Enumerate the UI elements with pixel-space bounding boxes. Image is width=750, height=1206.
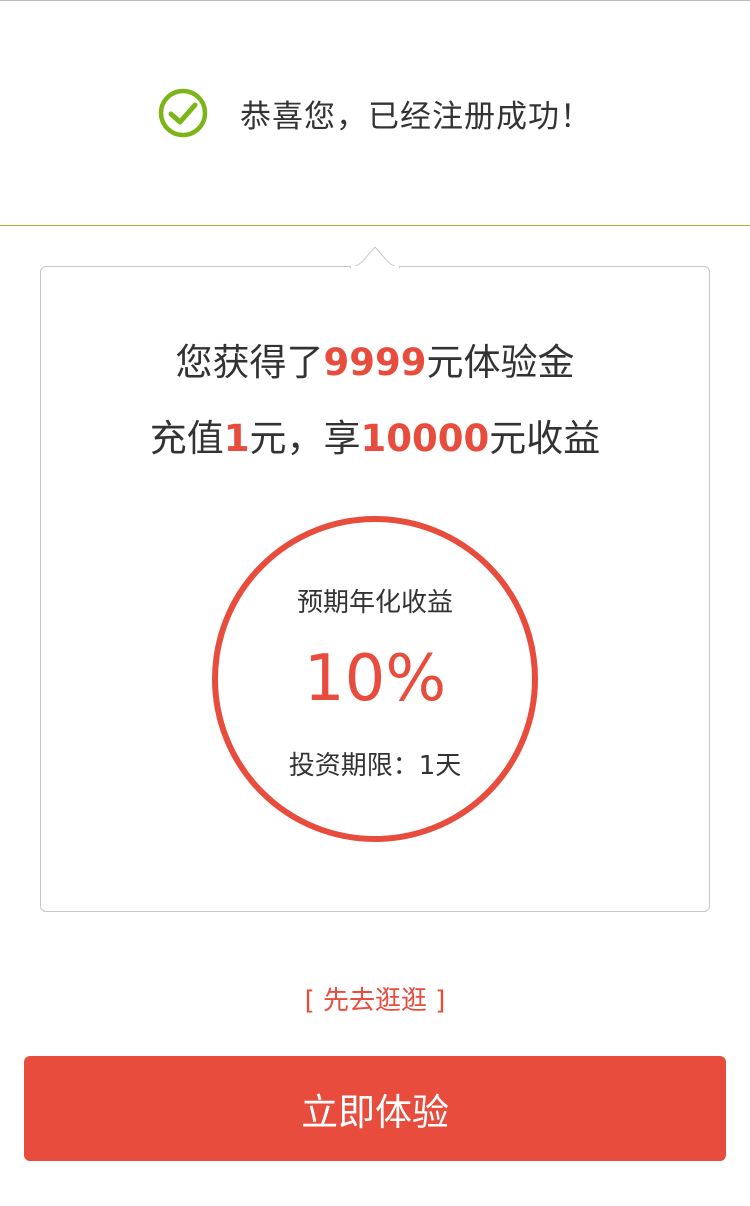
recharge-prefix: 充值 <box>149 417 224 460</box>
yield-rate: 10% <box>303 642 447 716</box>
try-now-button[interactable]: 立即体验 <box>24 1056 726 1161</box>
recharge-amount: 1 <box>223 417 250 460</box>
bonus-prefix: 您获得了 <box>175 341 324 384</box>
top-border <box>0 0 750 1</box>
success-banner: 恭喜您，已经注册成功！ <box>0 80 750 146</box>
yield-label: 预期年化收益 <box>296 588 453 618</box>
bonus-suffix: 元体验金 <box>426 341 575 384</box>
investment-term: 投资期限：1天 <box>288 751 462 781</box>
bonus-line: 您获得了9999元体验金 <box>40 332 710 386</box>
recharge-suffix: 元收益 <box>489 417 601 460</box>
recharge-middle: 元，享 <box>249 417 361 460</box>
recharge-line: 充值1元，享10000元收益 <box>40 408 710 462</box>
bonus-amount: 9999 <box>323 341 427 384</box>
section-divider <box>0 225 750 226</box>
recharge-return: 10000 <box>360 417 490 460</box>
registration-success-page: 恭喜您，已经注册成功！ 您获得了9999元体验金 充值1元，享10000元收益 … <box>0 0 750 1206</box>
check-circle-icon <box>158 88 208 138</box>
success-message: 恭喜您，已经注册成功！ <box>240 98 592 135</box>
browse-link[interactable]: [ 先去逛逛 ] <box>0 980 750 1017</box>
